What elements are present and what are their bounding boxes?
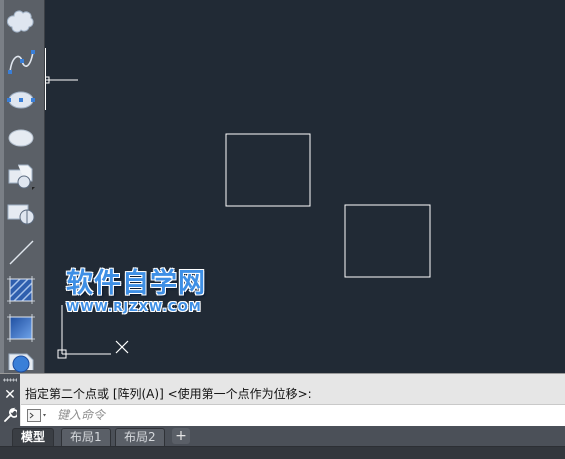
region-icon <box>8 353 34 373</box>
region-button[interactable] <box>5 350 37 373</box>
command-input-bar <box>21 404 565 426</box>
ellipse-icon <box>7 91 35 109</box>
command-line-panel: ✕ 指定第二个点或 [阵列(A)] <使用第一个点作为位移>: <box>0 373 565 427</box>
tab-layout2[interactable]: 布局2 <box>115 428 165 446</box>
tab-model[interactable]: 模型 <box>12 428 55 446</box>
command-input[interactable] <box>57 407 537 423</box>
command-history-text: 指定第二个点或 [阵列(A)] <使用第一个点作为位移>: <box>25 387 312 401</box>
wrench-icon[interactable] <box>3 407 17 423</box>
tab-layout1[interactable]: 布局1 <box>61 428 111 446</box>
command-prompt-icon[interactable] <box>27 409 49 422</box>
toolbar-grip[interactable] <box>0 0 4 373</box>
drawing-svg <box>45 48 431 359</box>
close-icon[interactable]: ✕ <box>4 388 16 402</box>
insert-block-icon <box>8 164 35 190</box>
watermark: 软件自学网 WWW.RJZXW.COM <box>66 268 216 314</box>
crosshair-cursor <box>45 48 78 110</box>
drawing-canvas[interactable] <box>45 0 565 373</box>
point-button[interactable] <box>5 236 37 268</box>
spline-button[interactable] <box>5 46 37 78</box>
ellipse-arc-icon <box>8 129 34 147</box>
watermark-title: 软件自学网 <box>66 268 206 299</box>
revision-cloud-icon <box>6 10 34 33</box>
gradient-icon <box>7 314 35 342</box>
hatch-button[interactable] <box>5 274 37 306</box>
status-strip <box>0 447 565 459</box>
revision-cloud-button[interactable] <box>5 6 37 38</box>
gradient-button[interactable] <box>5 312 37 344</box>
ellipse-button[interactable] <box>5 84 37 116</box>
insert-block-button[interactable] <box>5 160 37 192</box>
layout-tabs-bar: 模型 布局1 布局2 + <box>0 426 565 459</box>
rectangle-copy[interactable] <box>344 204 431 278</box>
draw-toolbar <box>0 0 45 373</box>
point-icon <box>9 240 34 265</box>
add-layout-button[interactable]: + <box>172 428 190 444</box>
watermark-url: WWW.RJZXW.COM <box>66 300 202 314</box>
grip-dots-icon <box>3 378 17 382</box>
hatch-icon <box>7 276 35 304</box>
rectangle-original[interactable] <box>225 133 311 207</box>
autocad-window: 软件自学网 WWW.RJZXW.COM ✕ 指定第二个点或 [阵列(A)] <使… <box>0 0 565 459</box>
spline-icon <box>8 50 35 74</box>
create-block-icon <box>7 204 35 225</box>
command-line-handle[interactable]: ✕ <box>0 374 20 427</box>
create-block-button[interactable] <box>5 198 37 230</box>
ellipse-arc-button[interactable] <box>5 122 37 154</box>
